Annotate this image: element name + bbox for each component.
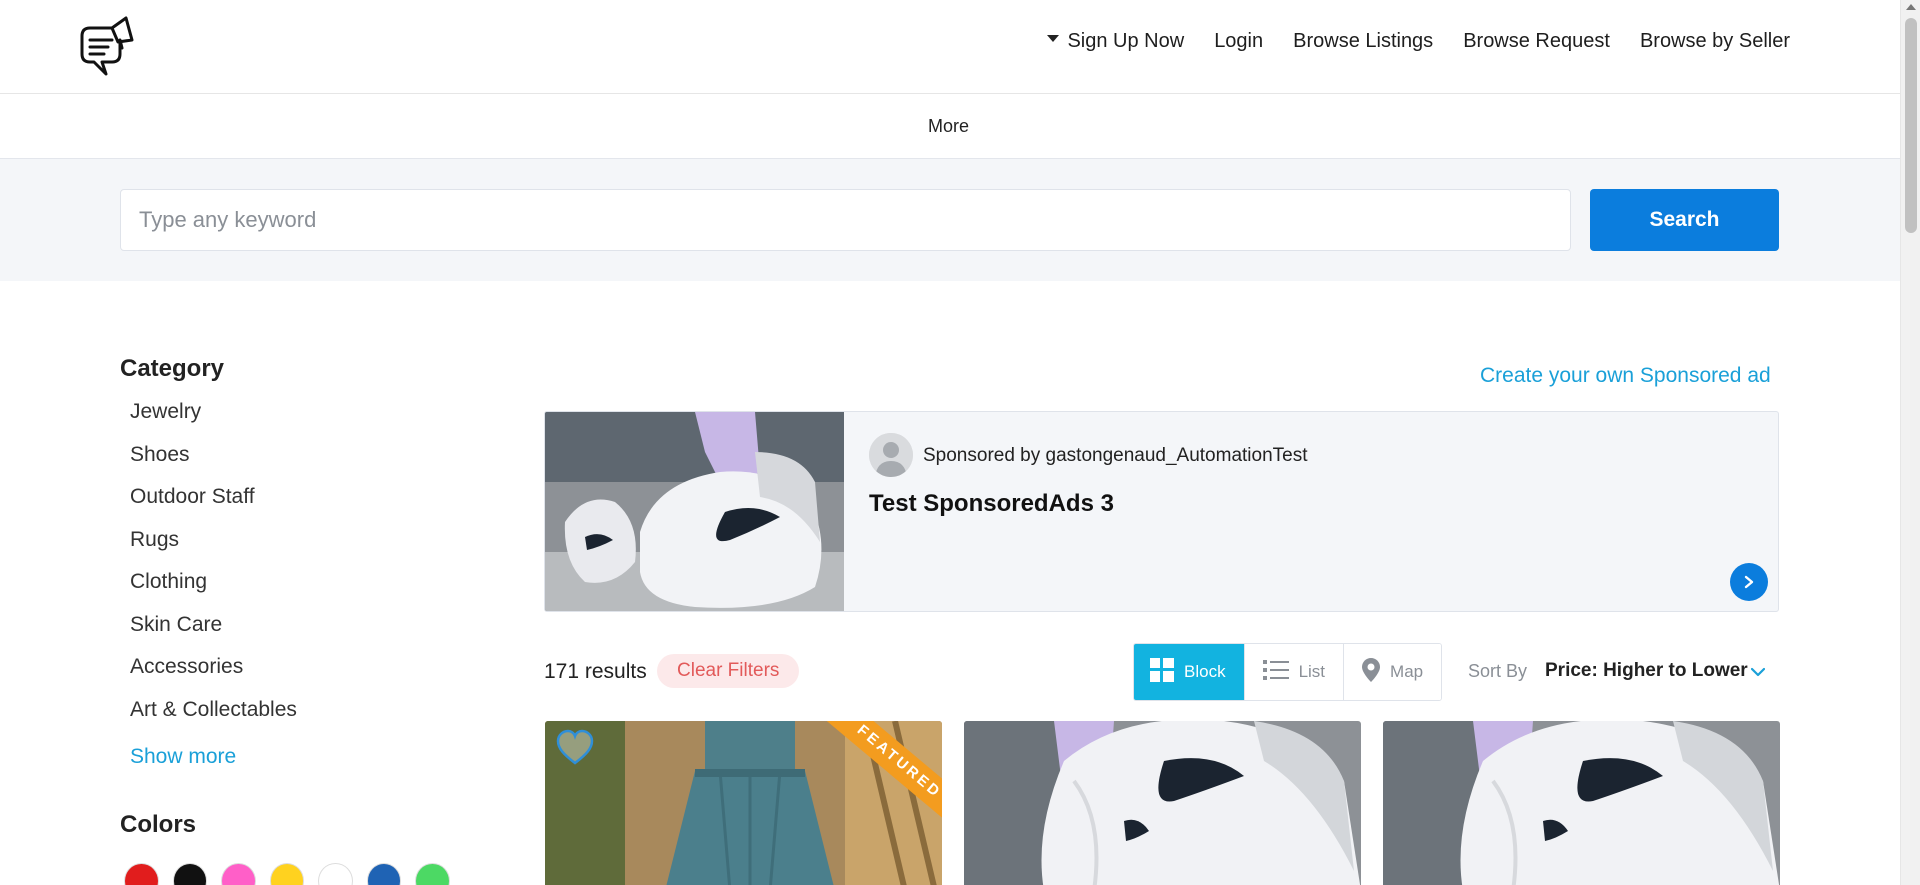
view-map-button[interactable]: Map xyxy=(1344,644,1442,700)
color-swatch-pink[interactable] xyxy=(221,863,256,885)
sub-nav: More xyxy=(0,94,1900,159)
color-swatches xyxy=(120,863,451,885)
view-list-button[interactable]: List xyxy=(1244,644,1345,700)
chevron-right-icon[interactable] xyxy=(1730,563,1768,601)
listing-grid: FEATURED xyxy=(545,721,1780,885)
category-item-jewelry[interactable]: Jewelry xyxy=(120,399,450,442)
category-item-rugs[interactable]: Rugs xyxy=(120,527,450,570)
sort-select[interactable]: Price: Higher to Lower xyxy=(1545,660,1748,682)
clear-filters-button[interactable]: Clear Filters xyxy=(657,654,800,688)
page-scrollbar[interactable] xyxy=(1900,0,1920,885)
map-pin-icon xyxy=(1362,657,1381,687)
sponsored-ad-image xyxy=(545,412,844,611)
category-item-accessories[interactable]: Accessories xyxy=(120,654,450,697)
results-count: 171 results xyxy=(544,660,647,683)
nav-sign-up[interactable]: Sign Up Now xyxy=(1047,30,1184,53)
sponsor-avatar xyxy=(869,433,913,477)
view-block-button[interactable]: Block xyxy=(1134,644,1245,700)
nav-browse-request[interactable]: Browse Request xyxy=(1463,30,1610,53)
sponsored-ad-card[interactable]: Sponsored by gastongenaud_AutomationTest… xyxy=(544,411,1779,612)
sort-by-label: Sort By xyxy=(1468,661,1528,681)
main-nav: Sign Up Now Login Browse Listings Browse… xyxy=(1047,30,1790,53)
color-swatch-white[interactable] xyxy=(318,863,353,885)
sponsored-by-text: Sponsored by gastongenaud_AutomationTest xyxy=(923,445,1308,466)
category-item-art-collectables[interactable]: Art & Collectables xyxy=(120,697,450,740)
category-list: Jewelry Shoes Outdoor Staff Rugs Clothin… xyxy=(120,399,450,739)
listing-card[interactable] xyxy=(1383,721,1780,885)
category-item-shoes[interactable]: Shoes xyxy=(120,442,450,485)
color-swatch-yellow[interactable] xyxy=(269,863,305,885)
heart-icon[interactable] xyxy=(555,729,595,767)
listing-image-white-sneakers xyxy=(1383,721,1780,885)
list-icon xyxy=(1262,659,1289,686)
logo-icon[interactable] xyxy=(76,14,138,80)
nav-login[interactable]: Login xyxy=(1214,30,1263,53)
category-item-skin-care[interactable]: Skin Care xyxy=(120,612,450,655)
color-swatch-green[interactable] xyxy=(415,863,451,885)
search-input[interactable] xyxy=(120,189,1571,251)
scrollbar-thumb[interactable] xyxy=(1905,18,1917,233)
more-menu[interactable]: More xyxy=(928,116,969,137)
grid-icon xyxy=(1150,657,1174,687)
nav-browse-by-seller[interactable]: Browse by Seller xyxy=(1640,30,1790,53)
listing-card[interactable]: FEATURED xyxy=(545,721,942,885)
nav-browse-listings[interactable]: Browse Listings xyxy=(1293,30,1433,53)
category-heading: Category xyxy=(120,355,225,382)
search-button[interactable]: Search xyxy=(1590,189,1779,251)
filter-sidebar: Category Jewelry Shoes Outdoor Staff Rug… xyxy=(120,355,451,885)
listing-card[interactable] xyxy=(964,721,1361,885)
caret-down-icon xyxy=(1047,35,1060,43)
sponsored-ad-title[interactable]: Test SponsoredAds 3 xyxy=(869,490,1114,518)
scroll-up-icon[interactable] xyxy=(1906,4,1916,10)
create-sponsored-ad-link[interactable]: Create your own Sponsored ad xyxy=(1480,364,1771,388)
site-header: Sign Up Now Login Browse Listings Browse… xyxy=(0,0,1900,94)
color-swatch-black[interactable] xyxy=(172,863,208,885)
colors-heading: Colors xyxy=(120,811,197,838)
color-swatch-blue[interactable] xyxy=(366,863,402,885)
chevron-down-icon[interactable] xyxy=(1750,664,1766,682)
view-mode-toggle: Block List Map xyxy=(1133,643,1443,701)
category-item-outdoor-staff[interactable]: Outdoor Staff xyxy=(120,484,450,527)
category-item-clothing[interactable]: Clothing xyxy=(120,569,450,612)
search-bar: Search xyxy=(0,159,1900,281)
show-more-link[interactable]: Show more xyxy=(120,745,450,769)
color-swatch-red[interactable] xyxy=(124,863,159,885)
listing-image-white-sneakers xyxy=(964,721,1361,885)
